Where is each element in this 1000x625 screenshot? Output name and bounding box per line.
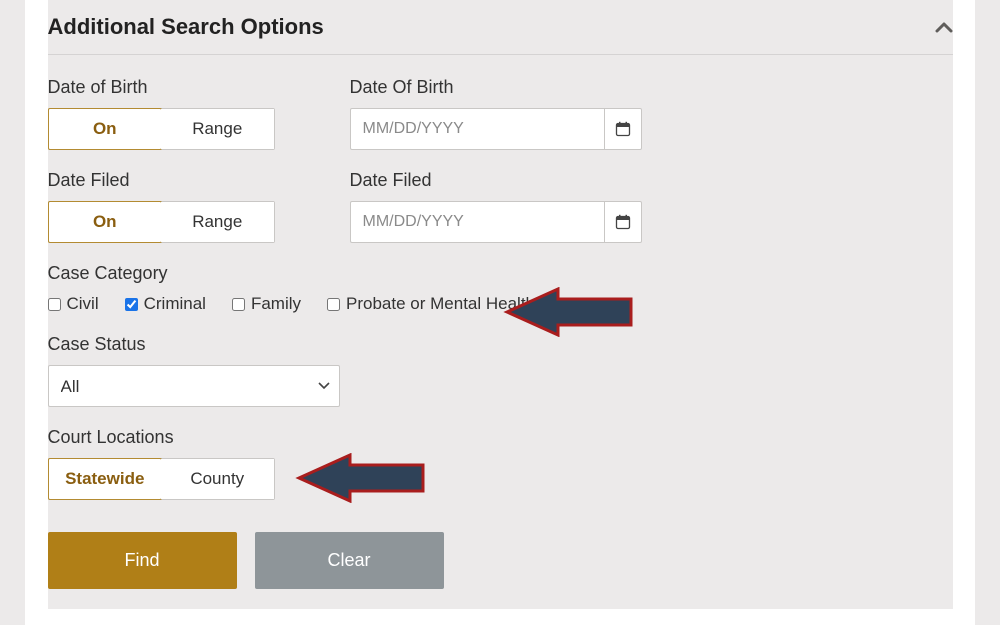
status-select[interactable]: All	[48, 365, 340, 407]
category-label: Case Category	[48, 263, 953, 284]
checkbox-family[interactable]: Family	[232, 294, 301, 314]
category-section: Case Category Civil Criminal Family Prob…	[48, 263, 953, 314]
locations-label: Court Locations	[48, 427, 953, 448]
filed-row: Date Filed On Range Date Filed	[48, 170, 953, 243]
panel: Additional Search Options Date of Birth …	[25, 0, 975, 625]
clear-button[interactable]: Clear	[255, 532, 444, 589]
category-checkbox-row: Civil Criminal Family Probate or Mental …	[48, 294, 953, 314]
checkbox-civil-label: Civil	[67, 294, 99, 314]
checkbox-probate-label: Probate or Mental Health	[346, 294, 535, 314]
filed-calendar-button[interactable]	[604, 201, 642, 243]
calendar-icon	[615, 214, 631, 230]
filed-toggle-on[interactable]: On	[48, 201, 163, 243]
dob-toggle-range[interactable]: Range	[161, 109, 274, 149]
locations-toggle-county[interactable]: County	[161, 459, 274, 499]
dob-input-label: Date Of Birth	[350, 77, 650, 98]
checkbox-civil-input[interactable]	[48, 298, 61, 311]
checkbox-family-label: Family	[251, 294, 301, 314]
chevron-up-icon	[935, 21, 953, 33]
filed-toggle-group: On Range	[48, 201, 275, 243]
status-label: Case Status	[48, 334, 953, 355]
inner-container: Additional Search Options Date of Birth …	[48, 0, 953, 609]
filed-input-label: Date Filed	[350, 170, 650, 191]
checkbox-civil[interactable]: Civil	[48, 294, 99, 314]
filed-toggle-label: Date Filed	[48, 170, 350, 191]
locations-section: Court Locations Statewide County	[48, 427, 953, 500]
checkbox-family-input[interactable]	[232, 298, 245, 311]
find-button[interactable]: Find	[48, 532, 237, 589]
status-section: Case Status All	[48, 334, 953, 407]
collapse-toggle[interactable]	[935, 17, 953, 38]
checkbox-criminal[interactable]: Criminal	[125, 294, 206, 314]
dob-toggle-label: Date of Birth	[48, 77, 350, 98]
status-select-wrap: All	[48, 365, 340, 407]
action-row: Find Clear	[48, 532, 953, 589]
section-title: Additional Search Options	[48, 14, 324, 40]
dob-calendar-button[interactable]	[604, 108, 642, 150]
filed-toggle-range[interactable]: Range	[161, 202, 274, 242]
locations-toggle-group: Statewide County	[48, 458, 275, 500]
section-header: Additional Search Options	[48, 10, 953, 55]
filed-input[interactable]	[350, 201, 604, 243]
checkbox-criminal-input[interactable]	[125, 298, 138, 311]
arrow-left-icon	[295, 453, 425, 503]
locations-toggle-statewide[interactable]: Statewide	[48, 458, 163, 500]
dob-row: Date of Birth On Range Date Of Birth	[48, 77, 953, 150]
dob-input[interactable]	[350, 108, 604, 150]
calendar-icon	[615, 121, 631, 137]
checkbox-probate-input[interactable]	[327, 298, 340, 311]
checkbox-probate[interactable]: Probate or Mental Health	[327, 294, 535, 314]
dob-input-wrap	[350, 108, 642, 150]
dob-toggle-on[interactable]: On	[48, 108, 163, 150]
dob-toggle-group: On Range	[48, 108, 275, 150]
checkbox-criminal-label: Criminal	[144, 294, 206, 314]
annotation-arrow-locations	[295, 453, 425, 503]
filed-input-wrap	[350, 201, 642, 243]
